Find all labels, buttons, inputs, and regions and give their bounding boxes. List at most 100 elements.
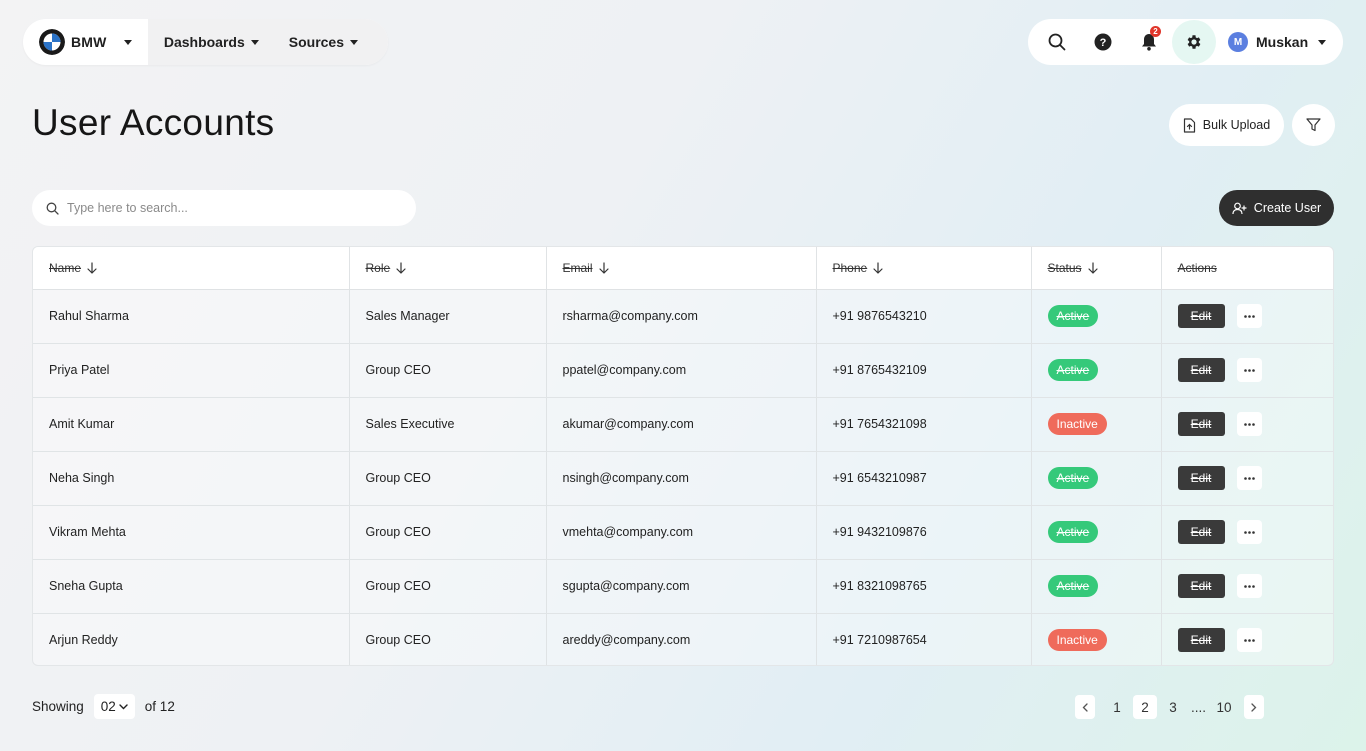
edit-button[interactable]: Edit [1177,520,1225,544]
more-options-button[interactable] [1236,574,1262,598]
per-page-value: 02 [100,699,116,714]
more-options-button[interactable] [1236,628,1262,653]
edit-button[interactable]: Edit [1177,574,1225,598]
more-horizontal-icon [1243,422,1255,426]
more-options-button[interactable] [1236,520,1262,544]
cell-actions: Edit [1161,397,1333,452]
add-user-icon [1232,202,1247,214]
help-icon: ? [1094,33,1112,51]
cell-name: Sneha Gupta [33,559,350,614]
help-button[interactable]: ? [1080,19,1126,65]
cell-status: Active [1031,451,1162,506]
brand-switcher[interactable]: BMW [23,19,148,65]
avatar: M [1228,32,1248,52]
notifications-button[interactable]: 2 [1126,19,1172,65]
page-last-button[interactable]: 10 [1212,695,1236,719]
col-header-phone[interactable]: Phone [816,247,1032,290]
more-horizontal-icon [1243,368,1255,372]
status-badge: Inactive [1047,413,1107,435]
bulk-upload-button[interactable]: Bulk Upload [1169,104,1284,146]
cell-actions: Edit [1161,343,1333,398]
arrow-down-icon [396,262,406,274]
more-horizontal-icon [1243,314,1255,318]
cell-name: Priya Patel [33,343,350,398]
cell-status: Active [1031,289,1162,344]
arrow-down-icon [873,262,883,274]
cell-role: Group CEO [349,613,547,665]
per-page-select[interactable]: 02 [93,694,135,719]
bmw-logo-icon [39,29,65,55]
more-options-button[interactable] [1236,304,1262,328]
filter-button[interactable] [1292,104,1335,146]
settings-button[interactable] [1172,20,1216,64]
top-nav-left: BMW Dashboards Sources [23,19,388,65]
more-options-button[interactable] [1236,412,1262,436]
cell-actions: Edit [1161,505,1333,560]
chevron-down-icon [119,703,128,709]
edit-button[interactable]: Edit [1177,304,1225,328]
cell-actions: Edit [1161,289,1333,344]
nav-sources[interactable]: Sources [289,34,358,50]
create-user-button[interactable]: Create User [1219,190,1334,226]
cell-phone: +91 8765432109 [816,343,1032,398]
brand-name: BMW [71,34,107,50]
file-upload-icon [1183,117,1195,133]
page-1-button[interactable]: 1 [1105,695,1129,719]
pagination: 1 2 3 .... 10 [1075,695,1265,719]
col-header-role[interactable]: Role [349,247,547,290]
page-3-button[interactable]: 3 [1161,695,1185,719]
more-options-button[interactable] [1236,358,1262,382]
user-table: Name Role Email Phone Status Actions Rah… [32,246,1334,666]
cell-phone: +91 8321098765 [816,559,1032,614]
table-row[interactable]: Vikram Mehta Group CEO vmehta@company.com +… [33,505,1333,560]
cell-status: Active [1031,505,1162,560]
chevron-left-icon [1082,702,1088,712]
status-badge: Active [1047,521,1099,543]
nav-dashboards[interactable]: Dashboards [164,34,259,50]
showing-label: Showing [32,699,84,714]
arrow-down-icon [1087,262,1098,274]
top-nav-right: ? 2 M Muskan [1028,19,1343,65]
cell-email: sgupta@company.com [546,559,817,614]
table-row[interactable]: Arjun Reddy Group CEO areddy@company.com +9… [33,613,1333,665]
more-options-button[interactable] [1236,466,1262,490]
cell-name: Neha Singh [33,451,350,506]
table-header-row: Name Role Email Phone Status Actions [33,247,1333,290]
prev-page-button[interactable] [1075,695,1095,719]
edit-button[interactable]: Edit [1177,412,1225,436]
search-input[interactable] [67,201,387,215]
cell-role: Group CEO [349,559,547,614]
cell-email: rsharma@company.com [546,289,817,344]
next-page-button[interactable] [1244,695,1265,719]
page-title: User Accounts [32,102,275,143]
table-row[interactable]: Priya Patel Group CEO ppatel@company.com +9… [33,343,1333,398]
table-row[interactable]: Sneha Gupta Group CEO sgupta@company.com +9… [33,559,1333,614]
table-row[interactable]: Neha Singh Group CEO nsingh@company.com +91… [33,451,1333,506]
col-header-name[interactable]: Name [33,247,350,290]
search-button[interactable] [1034,19,1080,65]
table-row[interactable]: Rahul Sharma Sales Manager rsharma@company… [33,289,1333,344]
cell-role: Group CEO [349,343,547,398]
col-header-email[interactable]: Email [546,247,817,290]
search-icon [1048,33,1066,51]
chevron-down-icon [250,39,259,45]
cell-actions: Edit [1161,613,1333,665]
page-2-button[interactable]: 2 [1133,695,1157,719]
cell-phone: +91 7654321098 [816,397,1032,452]
nav-dashboards-label: Dashboards [163,34,245,50]
edit-button[interactable]: Edit [1177,628,1225,653]
status-badge: Active [1047,467,1099,489]
col-header-status[interactable]: Status [1031,247,1162,290]
nav-menu: Dashboards Sources [147,19,388,65]
edit-button[interactable]: Edit [1177,358,1225,382]
cell-email: vmehta@company.com [546,505,817,560]
cell-email: areddy@company.com [546,613,817,665]
notification-badge: 2 [1150,26,1161,37]
edit-button[interactable]: Edit [1177,466,1225,490]
table-row[interactable]: Amit Kumar Sales Executive akumar@company.… [33,397,1333,452]
cell-phone: +91 9432109876 [816,505,1032,560]
user-menu[interactable]: M Muskan [1228,32,1327,52]
status-badge: Inactive [1047,629,1107,652]
more-horizontal-icon [1243,638,1255,642]
cell-role: Group CEO [349,451,547,506]
